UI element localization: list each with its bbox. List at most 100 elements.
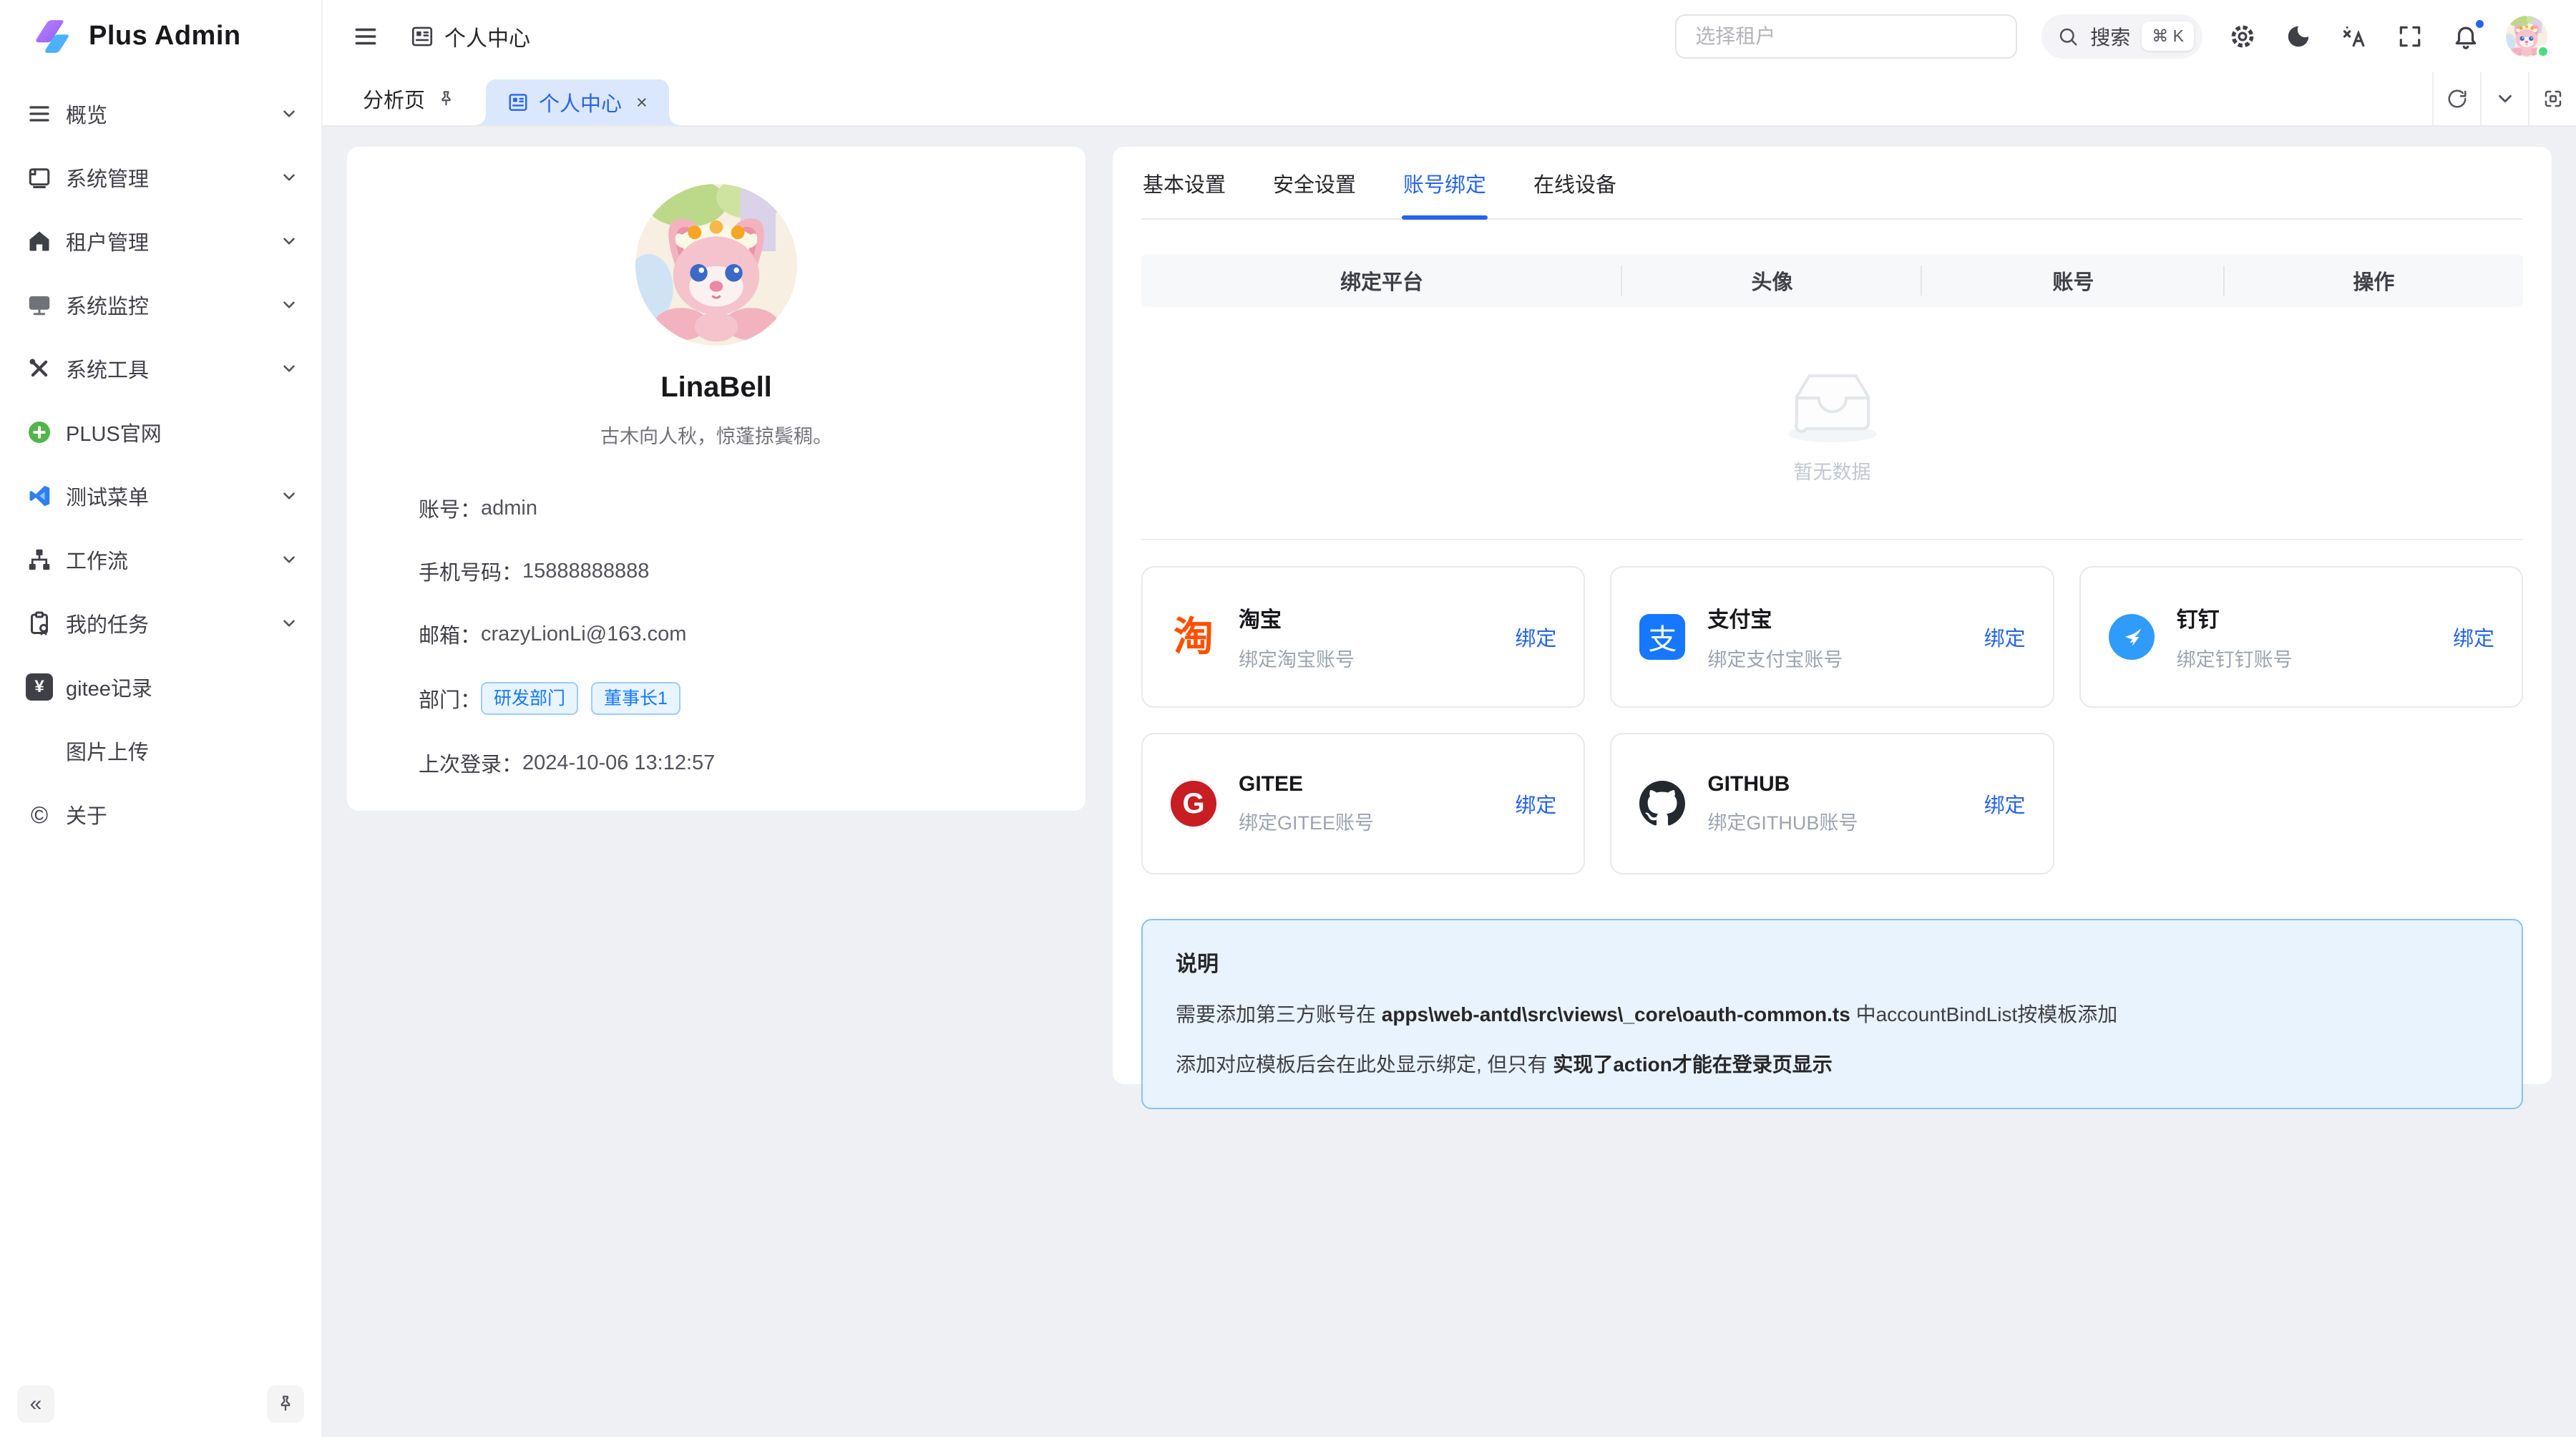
bind-gitee-link[interactable]: 绑定 [1515,789,1556,819]
sidebar-footer: « [0,1371,321,1437]
sidebar-item-tenant-admin[interactable]: 租户管理 [9,215,313,267]
monitor-icon [26,291,53,318]
profile-fields: 账号：admin 手机号码：15888888888 邮箱：crazyLionLi… [347,493,1085,811]
logo-icon [27,15,74,58]
field-account: 账号：admin [419,493,1014,523]
field-department: 部门： 研发部门 董事长1 [419,682,1014,715]
yen-calendar-icon: ¥ [26,673,53,701]
profile-icon [410,24,434,49]
search-shortcut: ⌘ K [2142,21,2194,51]
chevron-down-icon [280,487,298,505]
binding-card-github: GITHUB 绑定GITHUB账号 绑定 [1610,733,2054,875]
home-icon [26,228,53,255]
sidebar-pin-button[interactable] [267,1385,304,1423]
taobao-icon: 淘 [1170,613,1217,661]
binding-card-alipay: 支 支付宝 绑定支付宝账号 绑定 [1610,566,2054,708]
dark-mode-button[interactable] [2283,21,2314,52]
hamburger-icon [352,23,379,50]
workflow-icon [26,546,53,573]
sidebar-item-plus-website[interactable]: PLUS官网 [9,406,313,458]
tab-analytics[interactable]: 分析页 [363,72,456,125]
empty-text: 暂无数据 [1794,457,1871,484]
sidebar-item-about[interactable]: © 关于 [9,789,313,840]
column-avatar: 头像 [1622,266,1922,296]
sidebar-toggle-button[interactable] [350,21,381,52]
chevron-down-icon [280,104,298,123]
tab-profile-center[interactable]: 个人中心 × [486,79,669,125]
sidebar-item-gitee-record[interactable]: ¥ gitee记录 [9,661,313,713]
tab-account-binding[interactable]: 账号绑定 [1402,147,1488,218]
user-avatar[interactable] [2506,16,2547,57]
profile-card: LinaBell 古木向人秋，惊蓬掠鬓稠。 账号：admin 手机号码：1588… [347,147,1085,811]
breadcrumb[interactable]: 个人中心 [410,21,530,52]
refresh-button[interactable] [2432,72,2480,125]
binding-card-taobao: 淘 淘宝 绑定淘宝账号 绑定 [1141,566,1585,708]
note-line-1: 需要添加第三方账号在 apps\web-antd\src\views\_core… [1176,999,2489,1028]
gitee-icon: G [1170,780,1217,827]
list-icon [26,100,53,127]
tab-controls [2432,72,2576,125]
search-label: 搜索 [2090,22,2130,51]
tab-menu-button[interactable] [2480,72,2528,125]
empty-state: 暂无数据 [1141,307,2523,540]
binding-card-gitee: G GITEE 绑定GITEE账号 绑定 [1141,733,1585,875]
sidebar-item-workflow[interactable]: 工作流 [9,534,313,585]
pin-icon[interactable] [436,89,456,109]
fullscreen-button[interactable] [2394,21,2426,52]
app-logo[interactable]: Plus Admin [0,0,321,72]
tasks-icon [26,610,53,637]
binding-cards: 淘 淘宝 绑定淘宝账号 绑定 支 支付宝 绑定支付宝账号 绑定 [1141,566,2523,875]
chevron-down-icon [280,614,298,633]
sidebar: Plus Admin 概览 系统管理 租户管理 [0,0,323,1437]
settings-button[interactable] [2227,21,2258,52]
sidebar-collapse-button[interactable]: « [17,1385,54,1423]
note-title: 说明 [1176,946,2489,978]
tab-bar: 分析页 个人中心 × [323,72,2576,127]
field-phone: 手机号码：15888888888 [419,556,1014,586]
bind-github-link[interactable]: 绑定 [1984,789,2026,819]
profile-name: LinaBell [660,371,772,404]
fullscreen-icon [2396,23,2424,50]
pin-icon [275,1394,296,1414]
profile-icon [507,92,529,113]
sidebar-item-system-tools[interactable]: 系统工具 [9,343,313,394]
bind-alipay-link[interactable]: 绑定 [1984,622,2026,652]
field-email: 邮箱：crazyLionLi@163.com [419,619,1014,649]
chevron-down-icon [280,550,298,569]
dept-tag: 研发部门 [481,682,578,715]
breadcrumb-label: 个人中心 [444,21,530,52]
content-maximize-button[interactable] [2528,72,2576,125]
sidebar-item-image-upload[interactable]: 图片上传 [9,725,313,776]
bind-dingtalk-link[interactable]: 绑定 [2453,622,2494,652]
language-button[interactable] [2338,21,2370,52]
content-area: LinaBell 古木向人秋，惊蓬掠鬓稠。 账号：admin 手机号码：1588… [323,127,2576,1437]
tenant-select-input[interactable] [1675,14,2017,59]
bind-taobao-link[interactable]: 绑定 [1515,622,1556,652]
panel-tabs: 基本设置 安全设置 账号绑定 在线设备 [1141,147,2523,220]
sidebar-item-system-admin[interactable]: 系统管理 [9,152,313,203]
tab-online-devices[interactable]: 在线设备 [1532,147,1618,218]
global-search-button[interactable]: 搜索 ⌘ K [2041,14,2202,59]
translate-icon [2341,23,2368,50]
dept-tag: 董事长1 [591,682,680,715]
sidebar-menu: 概览 系统管理 租户管理 系统监控 [0,72,321,840]
sidebar-item-overview[interactable]: 概览 [9,88,313,140]
gear-icon [2229,23,2256,50]
app-title: Plus Admin [89,21,241,52]
profile-avatar [626,184,806,346]
tab-security-settings[interactable]: 安全设置 [1272,147,1357,218]
sidebar-item-my-tasks[interactable]: 我的任务 [9,598,313,649]
github-icon [1639,780,1686,827]
online-status-dot [2537,45,2550,58]
column-account: 账号 [1922,266,2225,296]
header: 个人中心 搜索 ⌘ K [323,0,2576,72]
sidebar-item-system-monitor[interactable]: 系统监控 [9,279,313,331]
binding-card-dingtalk: 钉钉 绑定钉钉账号 绑定 [2079,566,2523,708]
profile-bio: 古木向人秋，惊蓬掠鬓稠。 [600,421,832,449]
tab-basic-settings[interactable]: 基本设置 [1141,147,1227,218]
close-icon[interactable]: × [636,92,648,114]
vscode-icon [26,482,53,510]
field-last-login: 上次登录：2024-10-06 13:12:57 [419,748,1014,778]
sidebar-item-test-menu[interactable]: 测试菜单 [9,470,313,522]
search-icon [2057,26,2079,47]
